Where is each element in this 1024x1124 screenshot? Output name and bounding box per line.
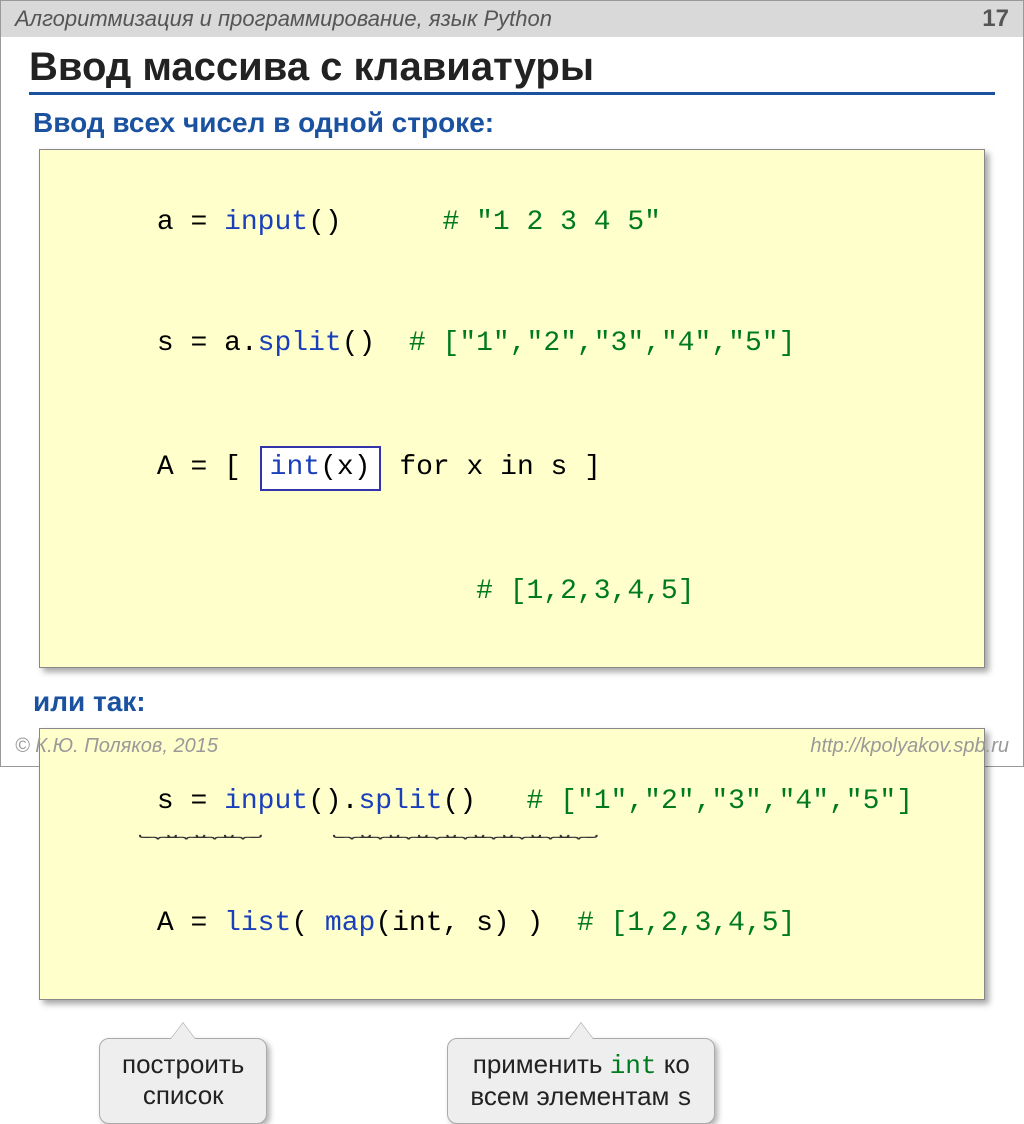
slide-title: Ввод массива с клавиатуры xyxy=(29,45,995,95)
callout-code-int: int xyxy=(610,1051,657,1081)
code-pad xyxy=(157,576,476,607)
code-comment: # ["1","2","3","4","5"] xyxy=(409,328,795,359)
code-text: a xyxy=(157,207,174,238)
code-text: (x) xyxy=(320,452,370,483)
callout-tail-icon xyxy=(171,1023,195,1039)
code-text: [ xyxy=(224,452,258,483)
code-text: (). xyxy=(308,786,358,817)
code-fn-split: split xyxy=(258,328,342,359)
code-comment: # "1 2 3 4 5" xyxy=(443,207,661,238)
code-fn-input: input xyxy=(224,786,308,817)
footer-bar: © К.Ю. Поляков, 2015 http://kpolyakov.sp… xyxy=(1,729,1023,766)
code-text: (int, s) ) xyxy=(375,908,543,939)
callout-text: построить xyxy=(122,1049,244,1080)
callout-text: ко xyxy=(657,1049,690,1079)
code-block-1: a = input() # "1 2 3 4 5" s = a.split() … xyxy=(39,149,985,668)
footer-copyright: © К.Ю. Поляков, 2015 xyxy=(15,735,218,758)
subheading-or: или так: xyxy=(33,686,995,718)
code-text: () xyxy=(308,207,342,238)
code-pad xyxy=(375,328,409,359)
header-bar: Алгоритмизация и программирование, язык … xyxy=(1,1,1023,37)
code-text: = xyxy=(174,207,224,238)
callout-text: применить xyxy=(473,1049,610,1079)
code-pad xyxy=(342,207,443,238)
code-pad xyxy=(543,908,577,939)
code-fn-list: list xyxy=(224,908,291,939)
code-text: = xyxy=(174,452,224,483)
code-text: for x in s ] xyxy=(383,452,601,483)
code-text: a. xyxy=(224,328,258,359)
code-text: () xyxy=(342,328,376,359)
code-text: ( xyxy=(291,908,325,939)
callout-apply-int: применить int ко всем элементам s xyxy=(447,1038,715,1124)
code-text: A xyxy=(157,908,174,939)
code-fn-map: map xyxy=(325,908,375,939)
callout-text: список xyxy=(122,1080,244,1111)
code-comment: # ["1","2","3","4","5"] xyxy=(527,786,913,817)
content: Ввод массива с клавиатуры Ввод всех чисе… xyxy=(1,37,1023,1124)
callout-text: всем элементам xyxy=(470,1081,676,1111)
code-text: A xyxy=(157,452,174,483)
page-number: 17 xyxy=(982,5,1009,33)
code-text: () xyxy=(443,786,477,817)
code-text: = xyxy=(174,328,224,359)
code-comment: # [1,2,3,4,5] xyxy=(577,908,795,939)
subheading-input-one-line: Ввод всех чисел в одной строке: xyxy=(33,107,995,139)
code-text: s xyxy=(157,786,174,817)
code-text: = xyxy=(174,908,224,939)
callout-tail-icon xyxy=(569,1023,593,1039)
course-title: Алгоритмизация и программирование, язык … xyxy=(15,6,552,32)
code-comment: # [1,2,3,4,5] xyxy=(476,576,694,607)
callout-build-list: построить список xyxy=(99,1038,267,1124)
code-text: = xyxy=(174,786,224,817)
code-block-2: s = input().split() # ["1","2","3","4","… xyxy=(39,728,985,1000)
code-text: s xyxy=(157,328,174,359)
code-inset-intx: int(x) xyxy=(260,446,381,491)
callouts-row: построить список применить int ко всем э… xyxy=(99,1038,995,1124)
callout-code-s: s xyxy=(677,1083,693,1113)
code-fn-split: split xyxy=(359,786,443,817)
code-fn-int: int xyxy=(270,452,320,483)
code-pad xyxy=(476,786,526,817)
code-fn-input: input xyxy=(224,207,308,238)
footer-url: http://kpolyakov.spb.ru xyxy=(810,735,1009,758)
